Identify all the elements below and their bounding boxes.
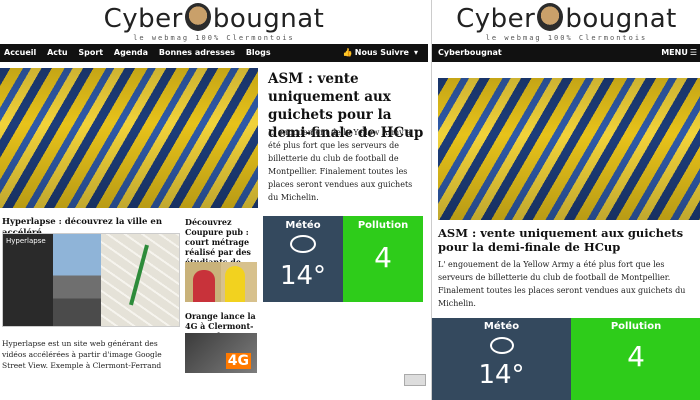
story-hyperlapse-text: Hyperlapse est un site web générant des … [2,339,162,370]
cloud-icon [263,235,343,257]
person-banana-costume [225,266,245,302]
hero-image[interactable] [438,78,700,220]
thumbs-up-icon: 👍 [342,48,353,57]
pollution-value: 4 [374,241,392,274]
pollution-label: Pollution [610,321,662,332]
weather-tile[interactable]: Météo 14° [263,216,343,302]
nav-item-blogs[interactable]: Blogs [242,44,275,62]
mobile-nav: Cyberbougnat MENU ☰ [432,44,700,62]
mobile-lede: L' engouement de la Yellow Army a été pl… [438,260,686,308]
pollution-tile[interactable]: Pollution 4 [571,318,700,400]
bougnat-face-icon [537,2,564,31]
nav-item-actu[interactable]: Actu [43,44,71,62]
nav-item-sport[interactable]: Sport [74,44,107,62]
follow-menu[interactable]: 👍 Nous Suivre ▾ [339,44,422,62]
bougnat-face-icon [184,2,211,31]
logo-tagline: le webmag 100% Clermontois [133,34,295,42]
weather-temp: 14° [478,360,525,390]
menu-button[interactable]: MENU ☰ [657,44,700,62]
weather-tile[interactable]: Météo 14° [432,318,571,400]
person-red-shirt [193,270,215,302]
nav-item-accueil[interactable]: Accueil [0,44,40,62]
hamburger-icon: ☰ [689,48,697,57]
follow-label: Nous Suivre [354,48,409,57]
chevron-down-icon: ▾ [413,48,418,57]
weather-label: Météo [483,321,520,332]
hero-image[interactable] [0,68,258,208]
headline-lede: L' engouement de la Yellow Army a été pl… [268,128,413,202]
desktop-view: Cyber bougnat le webmag 100% Clermontois … [0,0,428,400]
pollution-label: Pollution [357,220,409,231]
weather-temp: 14° [279,261,327,291]
mobile-nav-brand[interactable]: Cyberbougnat [432,44,506,62]
map-image [101,234,179,326]
mobile-headline[interactable]: ASM : vente uniquement aux guichets pour… [438,226,696,254]
route-line [129,244,149,306]
weather-label: Météo [285,220,321,231]
orange-4g-thumbnail[interactable]: 4G [185,333,257,373]
main-nav: Accueil Actu Sport Agenda Bonnes adresse… [0,44,428,62]
hyperlapse-logo: Hyperlapse [6,237,46,245]
pollution-value: 4 [627,340,645,373]
hyperlapse-thumbnail[interactable]: Hyperlapse [2,233,180,327]
cloud-rain-icon [432,337,571,358]
coupure-pub-thumbnail[interactable] [185,262,257,302]
nav-item-bonnes-adresses[interactable]: Bonnes adresses [155,44,239,62]
logo-text-right: bougnat [565,4,677,34]
logo-text-left: Cyber [103,4,183,34]
corner-badge [404,374,426,386]
site-logo-mobile[interactable]: Cyber bougnat le webmag 100% Clermontois [432,2,700,42]
street-view-image [53,234,101,326]
site-logo[interactable]: Cyber bougnat le webmag 100% Clermontois [0,2,428,42]
logo-text-left: Cyber [456,4,536,34]
mobile-view: Cyber bougnat le webmag 100% Clermontois … [431,0,700,400]
menu-label: MENU [661,48,688,57]
logo-text-right: bougnat [212,4,325,34]
logo-tagline: le webmag 100% Clermontois [485,34,648,42]
pollution-tile[interactable]: Pollution 4 [343,216,423,302]
hyperlapse-panel: Hyperlapse [3,234,53,326]
nav-item-agenda[interactable]: Agenda [110,44,152,62]
thumb-4g-text: 4G [225,353,251,369]
